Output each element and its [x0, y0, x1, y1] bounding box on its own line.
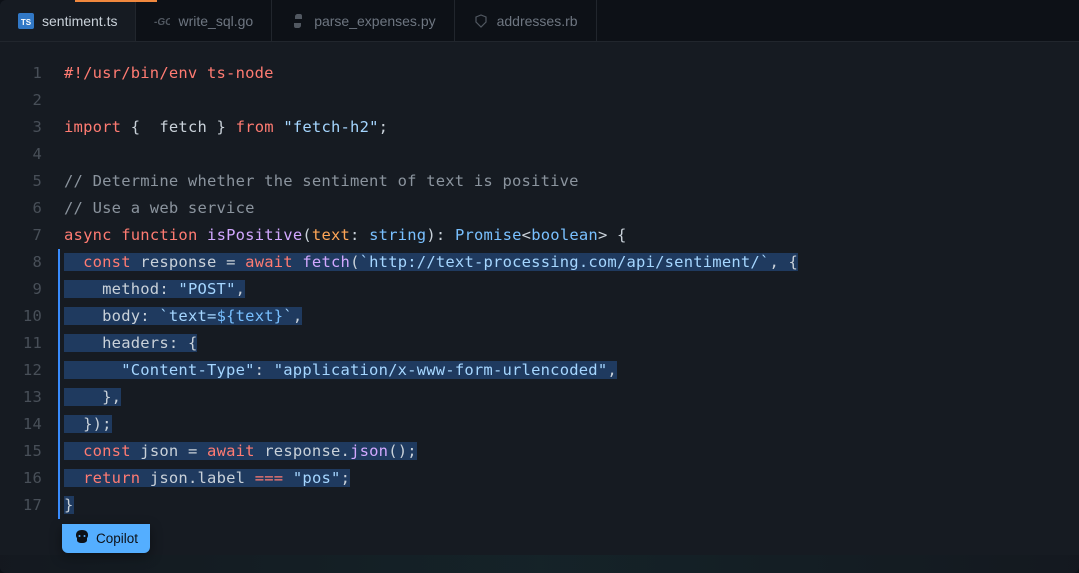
code-line: 11 headers: { [0, 330, 1079, 357]
line-number: 11 [0, 330, 56, 357]
line-number: 16 [0, 465, 56, 492]
tab-label: sentiment.ts [42, 13, 117, 29]
go-icon: -GO [154, 13, 170, 29]
code-line: 12 "Content-Type": "application/x-www-fo… [0, 357, 1079, 384]
tab-label: write_sql.go [178, 13, 253, 29]
ts-icon: TS [18, 13, 34, 29]
shebang: #!/usr/bin/env ts-node [64, 64, 274, 82]
line-number: 15 [0, 438, 56, 465]
line-number: 7 [0, 222, 56, 249]
code-line: 9 method: "POST", [0, 276, 1079, 303]
copilot-chip[interactable]: Copilot [62, 524, 150, 553]
decorative-glow [0, 555, 1079, 573]
code-line: 10 body: `text=${text}`, [0, 303, 1079, 330]
line-number: 2 [0, 87, 56, 114]
line-number: 17 [0, 492, 56, 519]
line-number: 6 [0, 195, 56, 222]
python-icon [290, 13, 306, 29]
comment: // Use a web service [64, 199, 255, 217]
line-number: 14 [0, 411, 56, 438]
tab-parse-expenses-py[interactable]: parse_expenses.py [272, 0, 454, 41]
code-line: 4 [0, 141, 1079, 168]
code-line: 15 const json = await response.json(); [0, 438, 1079, 465]
code-line: 3 import { fetch } from "fetch-h2"; [0, 114, 1079, 141]
tab-bar: TS sentiment.ts -GO write_sql.go parse_e… [0, 0, 1079, 42]
active-tab-accent [75, 0, 157, 2]
editor-window: TS sentiment.ts -GO write_sql.go parse_e… [0, 0, 1079, 573]
code-line: 6 // Use a web service [0, 195, 1079, 222]
ruby-icon [473, 13, 489, 29]
code-line: 5 // Determine whether the sentiment of … [0, 168, 1079, 195]
line-number: 10 [0, 303, 56, 330]
code-area[interactable]: 1 #!/usr/bin/env ts-node 2 3 import { fe… [0, 42, 1079, 519]
tab-write-sql-go[interactable]: -GO write_sql.go [136, 0, 272, 41]
copilot-label: Copilot [96, 531, 138, 546]
line-number: 8 [0, 249, 56, 276]
code-line: 17 } [0, 492, 1079, 519]
tab-label: addresses.rb [497, 13, 578, 29]
svg-text:-GO: -GO [154, 17, 170, 27]
code-line: 8 const response = await fetch(`http://t… [0, 249, 1079, 276]
line-number: 9 [0, 276, 56, 303]
tab-label: parse_expenses.py [314, 13, 435, 29]
comment: // Determine whether the sentiment of te… [64, 172, 579, 190]
code-line: 2 [0, 87, 1079, 114]
line-number: 12 [0, 357, 56, 384]
copilot-icon [74, 529, 90, 548]
tab-sentiment-ts[interactable]: TS sentiment.ts [0, 0, 136, 41]
code-line: 13 }, [0, 384, 1079, 411]
tab-addresses-rb[interactable]: addresses.rb [455, 0, 597, 41]
code-line: 16 return json.label === "pos"; [0, 465, 1079, 492]
line-number: 5 [0, 168, 56, 195]
code-line: 14 }); [0, 411, 1079, 438]
line-number: 3 [0, 114, 56, 141]
code-line: 7 async function isPositive(text: string… [0, 222, 1079, 249]
line-number: 13 [0, 384, 56, 411]
line-number: 4 [0, 141, 56, 168]
line-number: 1 [0, 60, 56, 87]
svg-text:TS: TS [21, 18, 32, 27]
code-line: 1 #!/usr/bin/env ts-node [0, 60, 1079, 87]
